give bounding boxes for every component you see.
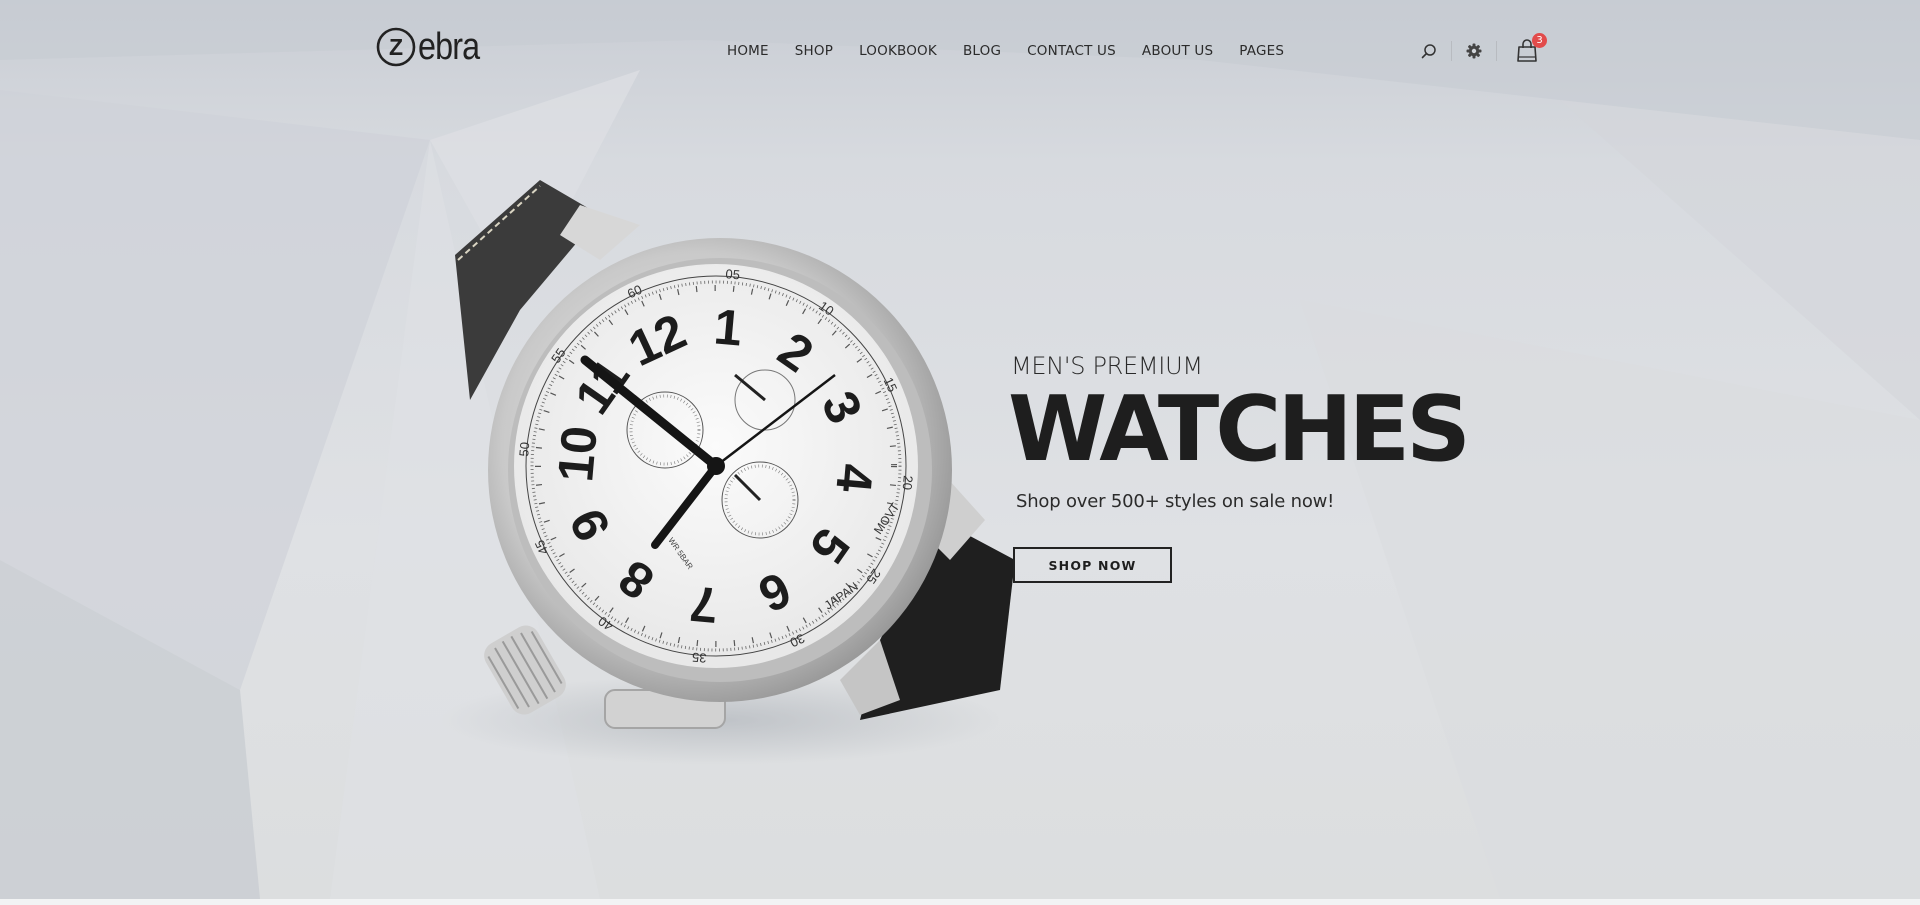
header-tools: 3 [1418,33,1547,66]
nav-pages[interactable]: PAGES [1239,40,1284,62]
logo-z-mark: Z [376,27,416,67]
nav-blog[interactable]: BLOG [963,40,1001,62]
tools-divider [1496,41,1497,61]
dial-minute-numeral: 05 [725,266,741,282]
dial-minute-numeral: 20 [900,475,916,491]
gear-icon[interactable] [1463,40,1485,62]
logo-text: ebra [418,26,480,68]
cart-count-badge: 3 [1532,33,1547,48]
hero-tagline: Shop over 500+ styles on sale now! [1016,491,1335,512]
dial-hour-numeral: 10 [547,424,608,484]
search-icon[interactable] [1418,40,1440,62]
shop-now-button[interactable]: SHOP NOW [1013,547,1172,583]
tools-divider [1451,41,1452,61]
main-nav: HOME SHOP LOOKBOOK BLOG CONTACT US ABOUT… [727,40,1284,62]
hero-bottom-divider [0,899,1920,905]
nav-home[interactable]: HOME [727,40,769,62]
dial-hour-numeral: 4 [825,462,883,495]
watch-image: 12 1 234567891011 600510152025303540455055… [440,180,1015,765]
dial-hour-numeral: 1 [712,298,745,356]
dial-minute-numeral: 50 [516,441,532,457]
nav-lookbook[interactable]: LOOKBOOK [859,40,937,62]
dial-hour-numeral: 7 [688,575,721,633]
dial-minute-numeral: 35 [691,650,707,666]
logo-letter: Z [389,34,403,60]
nav-about-us[interactable]: ABOUT US [1142,40,1213,62]
hero-title: WATCHES [1008,377,1471,482]
shopping-bag-icon[interactable]: 3 [1516,33,1547,62]
nav-contact-us[interactable]: CONTACT US [1027,40,1116,62]
nav-shop[interactable]: SHOP [795,40,833,62]
site-header: Z ebra HOME SHOP LOOKBOOK BLOG CONTACT U… [0,0,1920,100]
brand-logo[interactable]: Z ebra [376,22,490,72]
hero-banner: 12 1 2 3 4 5 6 7 8 9 10 11 60 05 10 15 20 25 30 35 40 45 50 55… [0,0,1920,899]
hero-text: MEN'S PREMIUM WATCHES Shop over 500+ sty… [1008,350,1471,583]
